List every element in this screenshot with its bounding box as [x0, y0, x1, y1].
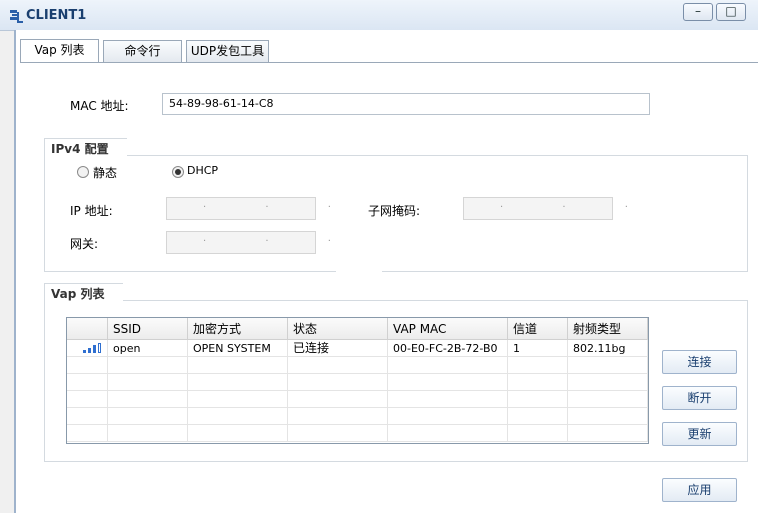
empty-cell	[508, 374, 568, 391]
empty-cell	[568, 374, 648, 391]
maximize-button[interactable]: □	[716, 3, 746, 21]
empty-table-row	[67, 391, 648, 408]
empty-cell	[288, 357, 388, 374]
tab-udp-tool[interactable]: UDP发包工具	[186, 40, 269, 62]
empty-cell	[188, 374, 288, 391]
empty-cell	[108, 425, 188, 442]
empty-cell	[188, 357, 288, 374]
window-title: CLIENT1	[26, 8, 87, 23]
mac-field[interactable]: 54-89-98-61-14-C8	[162, 93, 650, 115]
empty-cell	[67, 425, 108, 442]
title-bar	[0, 0, 758, 31]
column-header-encryption[interactable]: 加密方式	[188, 318, 288, 340]
group-gap	[336, 266, 382, 276]
empty-cell	[67, 357, 108, 374]
empty-cell	[568, 391, 648, 408]
mask-label: 子网掩码:	[368, 204, 421, 218]
empty-cell	[508, 357, 568, 374]
empty-cell	[188, 391, 288, 408]
column-header-status[interactable]: 状态	[288, 318, 388, 340]
ipv4-section-title: IPv4 配置	[44, 138, 127, 157]
empty-cell	[108, 391, 188, 408]
empty-cell	[67, 374, 108, 391]
empty-cell	[288, 425, 388, 442]
empty-cell	[508, 391, 568, 408]
empty-cell	[508, 425, 568, 442]
empty-cell	[288, 408, 388, 425]
cell-status: 已连接	[288, 340, 388, 357]
gateway-field[interactable]: · · ·	[166, 231, 331, 254]
vap-section-title: Vap 列表	[44, 283, 123, 302]
cell-vap-mac: 00-E0-FC-2B-72-B0	[388, 340, 508, 357]
apply-button[interactable]: 应用	[662, 478, 737, 502]
empty-cell	[67, 391, 108, 408]
empty-cell	[188, 425, 288, 442]
column-header-ssid[interactable]: SSID	[108, 318, 188, 340]
ip-label: IP 地址:	[70, 204, 113, 218]
tab-strip-border	[20, 62, 758, 63]
empty-table-row	[67, 408, 648, 425]
ip-field[interactable]: · · ·	[166, 197, 331, 220]
minimize-button[interactable]: –	[683, 3, 713, 21]
disconnect-button[interactable]: 断开	[662, 386, 737, 410]
client-app-icon	[8, 8, 24, 24]
table-row[interactable]: open OPEN SYSTEM 已连接 00-E0-FC-2B-72-B0 1…	[67, 340, 648, 357]
empty-cell	[108, 357, 188, 374]
cell-channel: 1	[508, 340, 568, 357]
refresh-button[interactable]: 更新	[662, 422, 737, 446]
signal-strength-icon	[67, 340, 108, 357]
column-header-radio-type[interactable]: 射频类型	[568, 318, 648, 340]
cell-radio-type: 802.11bg	[568, 340, 648, 357]
connect-button[interactable]: 连接	[662, 350, 737, 374]
empty-cell	[188, 408, 288, 425]
mac-value: 54-89-98-61-14-C8	[169, 97, 274, 110]
empty-cell	[568, 425, 648, 442]
maximize-icon: □	[725, 4, 737, 18]
gateway-label: 网关:	[70, 237, 99, 251]
static-radio[interactable]	[77, 166, 89, 178]
empty-cell	[108, 408, 188, 425]
empty-table-row	[67, 357, 648, 374]
cell-encryption: OPEN SYSTEM	[188, 340, 288, 357]
vap-table: SSID 加密方式 状态 VAP MAC 信道 射频类型 open OPEN S…	[66, 317, 649, 444]
cell-ssid: open	[108, 340, 188, 357]
empty-table-row	[67, 374, 648, 391]
column-header-signal	[67, 318, 108, 340]
dhcp-radio[interactable]	[172, 166, 184, 178]
empty-cell	[388, 357, 508, 374]
empty-table-row	[67, 425, 648, 442]
static-label: 静态	[93, 166, 118, 180]
empty-cell	[67, 408, 108, 425]
column-header-channel[interactable]: 信道	[508, 318, 568, 340]
subnet-mask-field[interactable]: · · ·	[463, 197, 628, 220]
empty-cell	[288, 374, 388, 391]
empty-cell	[508, 408, 568, 425]
minimize-icon: –	[695, 4, 701, 18]
empty-cell	[388, 408, 508, 425]
empty-cell	[388, 391, 508, 408]
empty-cell	[108, 374, 188, 391]
empty-cell	[388, 425, 508, 442]
empty-cell	[568, 357, 648, 374]
mac-label: MAC 地址:	[70, 99, 129, 113]
column-header-vap-mac[interactable]: VAP MAC	[388, 318, 508, 340]
tab-vap-list[interactable]: Vap 列表	[20, 39, 99, 63]
empty-cell	[288, 391, 388, 408]
empty-cell	[568, 408, 648, 425]
tab-command-line[interactable]: 命令行	[103, 40, 182, 62]
dhcp-label: DHCP	[187, 164, 219, 177]
empty-cell	[388, 374, 508, 391]
